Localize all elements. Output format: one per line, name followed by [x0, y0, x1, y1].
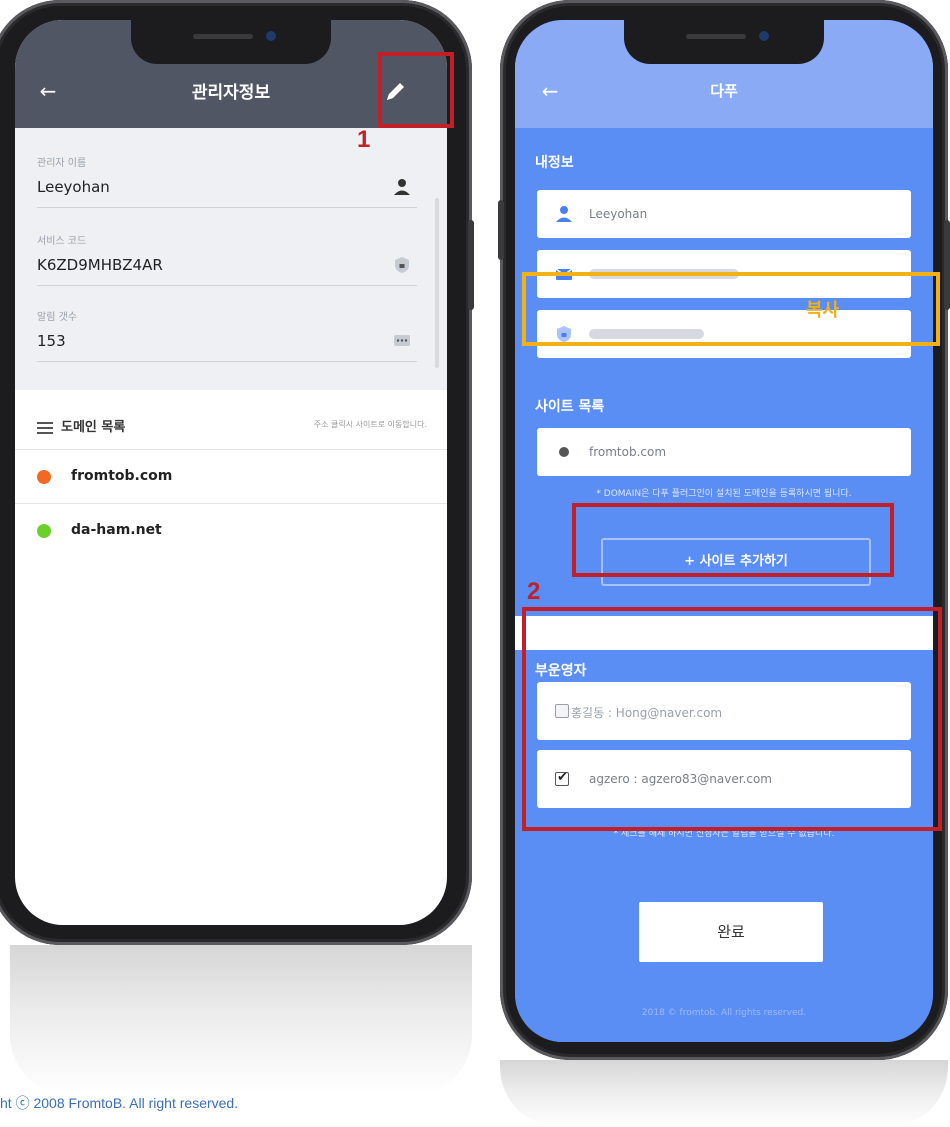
side-button — [944, 220, 950, 310]
person-icon — [555, 205, 573, 223]
field-label: 알림 갯수 — [37, 312, 77, 323]
list-item[interactable]: fromtob.com — [15, 450, 447, 504]
person-icon — [393, 178, 411, 196]
copyright-text: ht ⓒ 2008 FromtoB. All right reserved. — [0, 1095, 239, 1111]
alert-count-field[interactable]: 알림 갯수 153 — [37, 302, 417, 362]
list-item[interactable]: da-ham.net — [15, 504, 447, 558]
highlight-box-sub-operators — [522, 607, 942, 831]
side-button — [498, 200, 504, 260]
step-number-1: 1 — [357, 126, 371, 153]
phone-left: ← 관리자정보 관리자 이름 Leeyohan 서비스 코드 K6ZD9MHBZ… — [0, 0, 474, 945]
left-screen: ← 관리자정보 관리자 이름 Leeyohan 서비스 코드 K6ZD9MHBZ… — [15, 20, 447, 925]
site-note: * DOMAIN은 다푸 플러그인이 설치된 도메인을 등록하시면 됩니다. — [596, 489, 852, 499]
site-field[interactable]: fromtob.com — [537, 428, 911, 476]
field-label: 서비스 코드 — [37, 236, 87, 247]
my-info-title: 내정보 — [535, 155, 574, 171]
phone-reflection-left — [10, 945, 472, 1095]
dot-icon — [555, 443, 573, 461]
site-list-title: 사이트 목록 — [535, 399, 605, 415]
admin-name-field[interactable]: 관리자 이름 Leeyohan — [37, 148, 417, 208]
field-underline — [37, 361, 417, 362]
highlight-box-edit — [378, 52, 454, 128]
phone-notch — [624, 20, 824, 64]
highlight-box-add-site — [572, 503, 894, 577]
camera-icon — [759, 31, 769, 41]
service-code-field[interactable]: 서비스 코드 K6ZD9MHBZ4AR — [37, 226, 417, 286]
field-underline — [37, 207, 417, 208]
phone-notch — [131, 20, 331, 64]
done-button[interactable]: 완료 — [639, 902, 823, 962]
field-value: K6ZD9MHBZ4AR — [37, 256, 163, 274]
side-button — [468, 220, 474, 310]
copy-label: 복사 — [806, 300, 840, 321]
step-number-2: 2 — [527, 578, 541, 605]
domain-list-title: 도메인 목록 — [61, 420, 126, 435]
domain-label[interactable]: da-ham.net — [71, 522, 162, 538]
field-label: 관리자 이름 — [37, 158, 87, 169]
domain-list-note: 주소 클릭시 사이트로 이동합니다. — [313, 420, 427, 429]
phone-reflection-right — [500, 1060, 948, 1127]
page-title: 다푸 — [710, 82, 738, 100]
scrollbar[interactable] — [435, 198, 439, 368]
shield-icon — [393, 256, 411, 274]
name-field[interactable]: Leeyohan — [537, 190, 911, 238]
domain-list-header: 도메인 목록 주소 클릭시 사이트로 이동합니다. — [15, 400, 447, 450]
field-underline — [37, 285, 417, 286]
footer-text: 2018 © fromtob. All rights reserved. — [641, 1008, 807, 1018]
field-value: 153 — [37, 332, 66, 350]
domain-label[interactable]: fromtob.com — [71, 468, 172, 484]
menu-lines-icon — [37, 419, 53, 434]
name-value: Leeyohan — [589, 207, 648, 221]
status-dot-icon — [37, 524, 51, 538]
site-value: fromtob.com — [589, 445, 667, 459]
status-dot-icon — [37, 470, 51, 484]
speaker — [193, 34, 253, 39]
speaker — [686, 34, 746, 39]
field-value: Leeyohan — [37, 178, 110, 196]
message-icon — [393, 332, 411, 350]
highlight-box-service-code — [522, 272, 940, 346]
admin-info-form: 관리자 이름 Leeyohan 서비스 코드 K6ZD9MHBZ4AR 알림 갯… — [15, 128, 447, 390]
camera-icon — [266, 31, 276, 41]
